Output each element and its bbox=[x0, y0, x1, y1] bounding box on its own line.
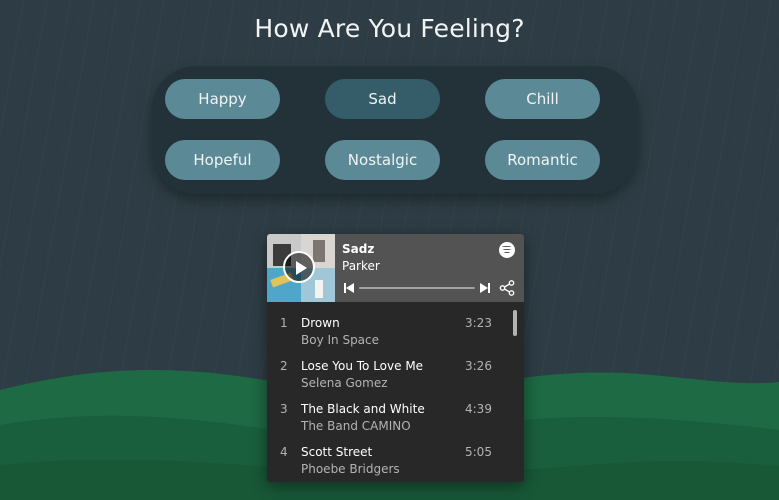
track-number: 2 bbox=[280, 359, 288, 373]
mood-button-happy[interactable]: Happy bbox=[165, 79, 280, 119]
player-header: Sadz Parker bbox=[267, 234, 524, 302]
track-number: 1 bbox=[280, 316, 288, 330]
track-duration: 3:26 bbox=[465, 359, 492, 373]
track-name: Drown bbox=[301, 316, 340, 330]
track-duration: 5:05 bbox=[465, 445, 492, 459]
spotify-logo-icon[interactable] bbox=[499, 242, 515, 258]
playlist-owner[interactable]: Parker bbox=[342, 259, 380, 273]
playlist-title[interactable]: Sadz bbox=[342, 242, 374, 256]
track-row[interactable]: 1 Drown Boy In Space 3:23 bbox=[267, 308, 524, 350]
track-list: 1 Drown Boy In Space 3:23 2 Lose You To … bbox=[267, 302, 524, 482]
track-row[interactable]: 3 The Black and White The Band CAMINO 4:… bbox=[267, 394, 524, 436]
mood-selector-panel: Happy Sad Chill Hopeful Nostalgic Romant… bbox=[152, 66, 638, 194]
track-row[interactable]: 2 Lose You To Love Me Selena Gomez 3:26 bbox=[267, 351, 524, 393]
share-icon[interactable] bbox=[499, 280, 515, 296]
spotify-embed-player: Sadz Parker 1 Drown Boy In Space 3:23 2 … bbox=[267, 234, 524, 482]
track-duration: 4:39 bbox=[465, 402, 492, 416]
playlist-cover-art[interactable] bbox=[267, 234, 335, 302]
track-number: 4 bbox=[280, 445, 288, 459]
track-artist[interactable]: Boy In Space bbox=[301, 333, 379, 347]
track-name: Lose You To Love Me bbox=[301, 359, 424, 373]
track-list-scrollbar[interactable] bbox=[513, 310, 517, 336]
mood-button-nostalgic[interactable]: Nostalgic bbox=[325, 140, 440, 180]
track-duration: 3:23 bbox=[465, 316, 492, 330]
track-name: Scott Street bbox=[301, 445, 373, 459]
next-track-icon[interactable] bbox=[480, 282, 490, 294]
track-name: The Black and White bbox=[301, 402, 425, 416]
mood-button-hopeful[interactable]: Hopeful bbox=[165, 140, 280, 180]
track-artist[interactable]: Phoebe Bridgers bbox=[301, 462, 400, 476]
mood-button-chill[interactable]: Chill bbox=[485, 79, 600, 119]
track-artist[interactable]: Selena Gomez bbox=[301, 376, 388, 390]
track-row[interactable]: 4 Scott Street Phoebe Bridgers 5:05 bbox=[267, 437, 524, 479]
track-artist[interactable]: The Band CAMINO bbox=[301, 419, 411, 433]
mood-button-sad[interactable]: Sad bbox=[325, 79, 440, 119]
previous-track-icon[interactable] bbox=[344, 282, 354, 294]
track-number: 3 bbox=[280, 402, 288, 416]
play-icon[interactable] bbox=[283, 251, 315, 283]
playback-progress-bar[interactable] bbox=[359, 287, 475, 289]
page-title: How Are You Feeling? bbox=[254, 14, 525, 43]
mood-button-romantic[interactable]: Romantic bbox=[485, 140, 600, 180]
